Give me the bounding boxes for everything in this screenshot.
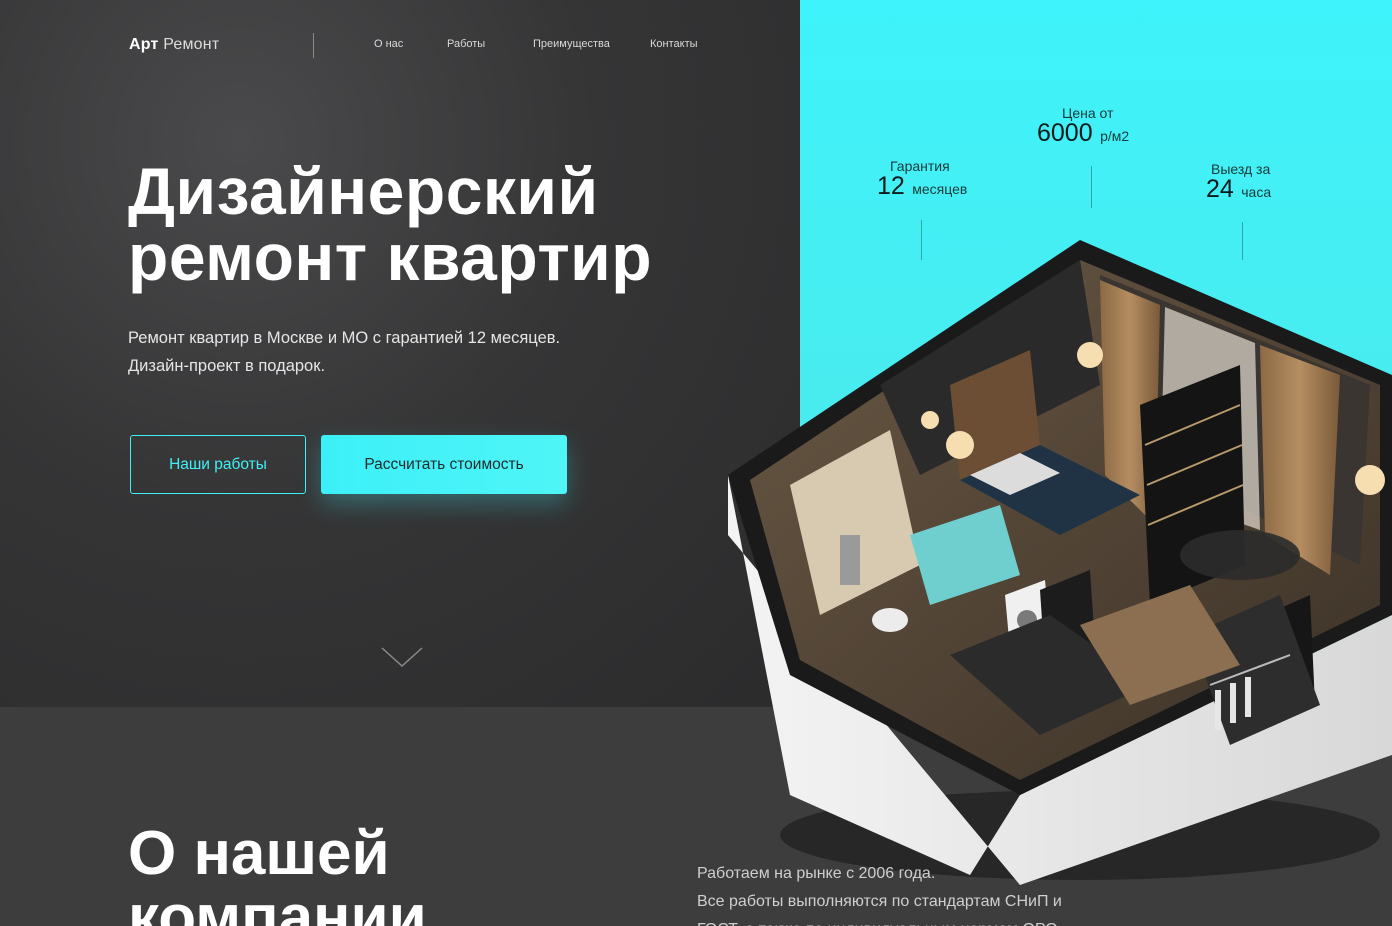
stat-price-line: [1091, 166, 1092, 208]
nav-item-about[interactable]: О нас: [374, 38, 403, 50]
hero-subtitle-line2: Дизайн-проект в подарок.: [128, 357, 326, 375]
about-text-line1: Работаем на рынке с 2006 года.: [697, 865, 936, 882]
stat-guarantee: Гарантия 12 месяцев: [877, 158, 968, 201]
nav-item-contacts[interactable]: Контакты: [650, 38, 698, 50]
hero-title-line1: Дизайнерский: [128, 154, 599, 228]
nav-item-works[interactable]: Работы: [447, 38, 485, 50]
about-description: Работаем на рынке с 2006 года. Все работ…: [697, 860, 1062, 926]
logo-thin: Ремонт: [163, 36, 220, 53]
nav-item-advantages[interactable]: Преимущества: [533, 38, 610, 50]
about-text-line2: Все работы выполняются по стандартам СНи…: [697, 893, 1062, 910]
stat-price: Цена от 6000 р/м2: [1037, 105, 1130, 148]
our-works-button[interactable]: Наши работы: [130, 435, 306, 494]
about-title: О нашей компании: [128, 822, 427, 926]
stat-visit-value: 24: [1206, 175, 1234, 203]
header-divider: [313, 33, 314, 58]
hero-title-line2: ремонт квартир: [128, 220, 653, 294]
hero-subtitle: Ремонт квартир в Москве и МО с гарантией…: [128, 324, 560, 380]
apartment-3d-illustration: [728, 240, 1392, 885]
stat-guarantee-value: 12: [877, 172, 905, 200]
about-title-line1: О нашей: [128, 819, 390, 888]
logo[interactable]: Арт Ремонт: [129, 36, 219, 54]
hero-subtitle-line1: Ремонт квартир в Москве и МО с гарантией…: [128, 329, 561, 347]
stat-price-value: 6000: [1037, 119, 1093, 147]
calculate-cost-button[interactable]: Рассчитать стоимость: [321, 435, 567, 494]
about-title-line2: компании: [128, 883, 427, 926]
about-text-line3: ГОСТ, а также по индивидуальным нормам О…: [697, 916, 1062, 926]
stat-guarantee-unit: месяцев: [912, 181, 968, 197]
stat-visit: Выезд за 24 часа: [1206, 161, 1272, 204]
chevron-down-icon[interactable]: [380, 645, 424, 669]
hero-title: Дизайнерский ремонт квартир: [128, 158, 652, 290]
logo-bold: Арт: [129, 36, 159, 53]
stat-visit-unit: часа: [1241, 184, 1272, 200]
stat-price-unit: р/м2: [1100, 128, 1130, 144]
